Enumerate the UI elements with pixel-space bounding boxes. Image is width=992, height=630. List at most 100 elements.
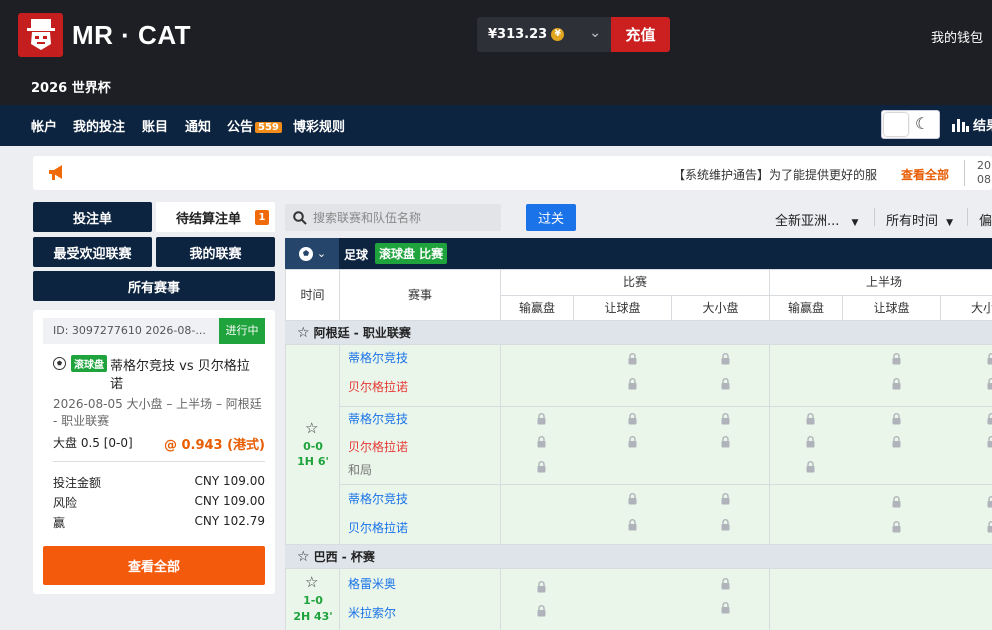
theme-toggle[interactable]: ☾ — [881, 110, 940, 139]
brand-name: MR · CAT — [72, 20, 192, 50]
main-nav: 帐户 我的投注 账目 通知 公告 559 博彩规则 — [0, 105, 992, 146]
sport-selector[interactable]: ⌄ — [285, 238, 339, 269]
lock-icon — [721, 602, 730, 614]
balance-amount: ¥313.23 — [488, 27, 548, 42]
team-away[interactable]: 贝尔格拉诺 — [348, 438, 408, 455]
lock-icon — [987, 436, 992, 448]
team-home[interactable]: 格雷米奥 — [348, 575, 396, 592]
odds-cell — [769, 568, 992, 630]
col-ft-handicap: 让球盘 — [573, 295, 672, 321]
nav-notifications[interactable]: 通知 — [185, 116, 211, 135]
star-icon[interactable]: ☆ — [297, 549, 310, 565]
win-value: CNY 102.79 — [194, 514, 266, 528]
lock-icon — [892, 353, 901, 365]
results-link[interactable]: 结果 — [952, 115, 992, 134]
lock-icon — [628, 493, 637, 505]
nav-statement[interactable]: 账目 — [142, 116, 168, 135]
lock-icon — [721, 378, 730, 390]
stake-value: CNY 109.00 — [194, 474, 266, 488]
nav-announcements-label: 公告 — [227, 120, 254, 135]
league-header[interactable]: ☆ 巴西 - 杯赛 — [285, 545, 992, 568]
lock-icon — [806, 461, 815, 473]
match-name: 蒂格尔竞技 vs 贝尔格拉 — [110, 359, 250, 374]
live-matches-tag: 滚球盘 比赛 — [375, 243, 448, 264]
draw-label[interactable]: 和局 — [348, 461, 372, 478]
yuan-coin-icon: ¥ — [551, 28, 565, 41]
win-row: 赢 CNY 102.79 — [53, 514, 265, 531]
col-group-fulltime: 比赛 — [500, 269, 770, 296]
notice-date: 2008: — [977, 159, 992, 187]
lock-icon — [628, 519, 637, 531]
star-icon[interactable]: ☆ — [297, 325, 310, 341]
filter-divider — [967, 208, 968, 226]
win-label: 赢 — [53, 516, 66, 530]
time-filter-dropdown[interactable]: 所有时间 ▼ — [886, 210, 953, 229]
league-name: 巴西 - 杯赛 — [313, 550, 375, 564]
col-1h-handicap: 让球盘 — [842, 295, 941, 321]
odds-value: @ 0.943 (港式) — [163, 438, 265, 453]
lock-icon — [987, 413, 992, 425]
lock-icon — [892, 413, 901, 425]
soccer-ball-icon — [298, 246, 313, 261]
col-event: 赛事 — [339, 269, 501, 321]
parlay-button[interactable]: 过关 — [526, 204, 576, 231]
stake-row: 投注金额 CNY 109.00 — [53, 474, 265, 491]
notice-divider — [964, 160, 965, 186]
lock-icon — [806, 436, 815, 448]
event-title: 2026 世界杯 — [31, 81, 111, 96]
status-badge: 进行中 — [219, 318, 265, 344]
market-filter-dropdown[interactable]: 全新亚洲... ▼ — [775, 210, 858, 229]
team-away[interactable]: 贝尔格拉诺 — [348, 519, 408, 536]
lock-icon — [721, 353, 730, 365]
cat-logo-icon[interactable] — [18, 13, 63, 57]
lock-icon — [892, 378, 901, 390]
notice-view-all-link[interactable]: 查看全部 — [901, 166, 949, 183]
lock-icon — [628, 353, 637, 365]
balance-display[interactable]: ¥313.23 ¥ ⌄ — [477, 17, 611, 52]
bet-id-text: ID: 3097277610 2026-08-... — [53, 324, 206, 337]
team-away[interactable]: 米拉索尔 — [348, 604, 396, 621]
nav-announcements[interactable]: 公告 559 — [227, 116, 282, 135]
risk-label: 风险 — [53, 496, 78, 510]
league-name: 阿根廷 - 职业联赛 — [313, 326, 411, 340]
stake-label: 投注金额 — [53, 476, 102, 490]
lock-icon — [987, 378, 992, 390]
selection-text: 大盘 0.5 [0-0] — [53, 436, 133, 450]
nav-account[interactable]: 帐户 — [31, 116, 57, 135]
my-leagues-button[interactable]: 我的联赛 — [156, 237, 275, 267]
notice-bar: 【系统维护通告】为了能提供更好的服 查看全部 2008: — [33, 156, 992, 190]
lock-icon — [806, 413, 815, 425]
lock-icon — [628, 436, 637, 448]
league-header[interactable]: ☆ 阿根廷 - 职业联赛 — [285, 321, 992, 344]
deposit-button[interactable]: 充值 — [611, 17, 670, 52]
chevron-down-icon: ⌄ — [316, 247, 327, 260]
pending-bets-label: 待结算注单 — [175, 211, 241, 227]
chevron-down-icon[interactable]: ⌄ — [589, 25, 601, 41]
team-home[interactable]: 蒂格尔竞技 — [348, 490, 408, 507]
star-icon[interactable]: ☆ — [305, 419, 318, 437]
my-wallet-link[interactable]: 我的钱包 — [931, 27, 983, 46]
nav-my-bets[interactable]: 我的投注 — [73, 116, 125, 135]
lock-icon — [721, 519, 730, 531]
team-home[interactable]: 蒂格尔竞技 — [348, 410, 408, 427]
nav-betting-rules[interactable]: 博彩规则 — [293, 116, 345, 135]
popular-leagues-button[interactable]: 最受欢迎联赛 — [33, 237, 152, 267]
match-time-cell: ☆ 0-0 1H 6' — [285, 344, 340, 545]
col-group-firsthalf: 上半场 — [769, 269, 992, 296]
bet-slip-tab[interactable]: 投注单 — [33, 202, 152, 232]
top-header: MR · CAT ¥313.23 ¥ ⌄ 充值 我的钱包 2026 世界杯 — [0, 0, 992, 105]
col-1h-moneyline: 输赢盘 — [769, 295, 843, 321]
filter-divider — [874, 208, 875, 226]
divider — [53, 461, 265, 462]
lock-icon — [721, 413, 730, 425]
results-label: 结果 — [973, 119, 992, 134]
star-icon[interactable]: ☆ — [305, 573, 318, 591]
search-box[interactable]: 搜索联赛和队伍名称 — [285, 204, 501, 231]
view-all-bets-button[interactable]: 查看全部 — [43, 546, 265, 585]
team-home[interactable]: 蒂格尔竞技 — [348, 349, 408, 366]
match-score: 1-0 — [303, 594, 323, 607]
team-away[interactable]: 贝尔格拉诺 — [348, 378, 408, 395]
pending-bets-tab[interactable]: 待结算注单 1 — [156, 202, 275, 232]
preference-filter-dropdown[interactable]: 偏 — [979, 210, 992, 229]
all-events-button[interactable]: 所有赛事 — [33, 271, 275, 301]
